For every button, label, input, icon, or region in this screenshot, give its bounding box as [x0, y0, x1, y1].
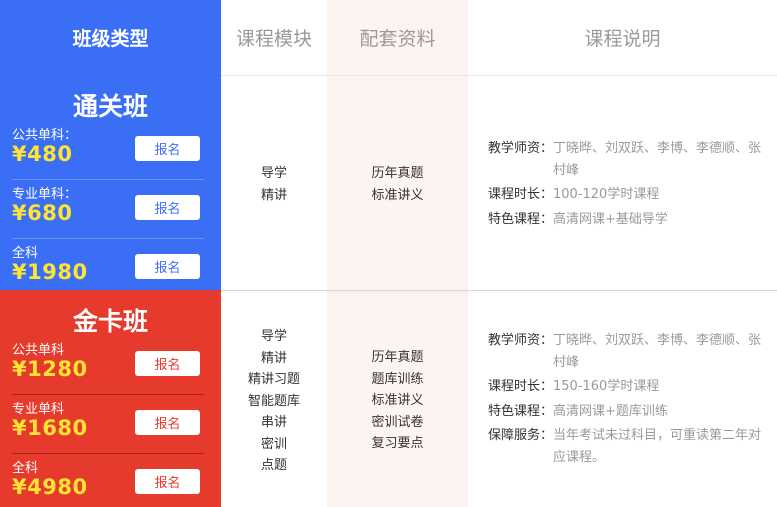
module-item: 智能题库	[247, 393, 300, 409]
module-item: 导学	[260, 329, 287, 344]
module-item: 密训	[260, 436, 287, 452]
module-item: 精讲	[260, 187, 287, 203]
material-item: 标准讲义	[371, 187, 424, 203]
description-value: 150-160学时课程	[553, 379, 660, 394]
price-row-label: 全科	[12, 246, 39, 261]
description-row-duration: 课程时长： 100-120学时课程	[488, 184, 773, 206]
description-label: 教学师资：	[488, 333, 554, 348]
course-description: 教学师资： 丁晓晔、刘双跃、李博、李德顺、张村峰 课程时长： 100-120学时…	[488, 138, 773, 233]
header-divider	[221, 75, 777, 76]
description-row-teachers: 教学师资： 丁晓晔、刘双跃、李博、李德顺、张村峰	[488, 330, 773, 373]
description-value: 高清网课+题库训练	[553, 403, 668, 419]
class-block-tongguan: 通关班 公共单科： ¥480 报名 专业单科： ¥680 报名 全科 ¥1980…	[0, 75, 221, 290]
material-item: 密训试卷	[371, 414, 424, 430]
course-modules-list: 导学 精讲 精讲习题 智能题库 串讲 密训 点题	[221, 326, 327, 477]
module-item: 精讲	[260, 350, 287, 366]
module-item: 串讲	[260, 415, 287, 430]
price-row-label: 公共单科：	[12, 128, 78, 143]
signup-button[interactable]: 报名	[135, 254, 200, 279]
description-label: 课程时长：	[488, 187, 554, 202]
price-row-public-single: 公共单科： ¥480 报名	[12, 122, 204, 180]
signup-button[interactable]: 报名	[135, 469, 200, 494]
description-value: 当年考试未过科目，可重读第二年对应课程。	[553, 428, 762, 465]
price-row-label: 专业单科：	[12, 187, 78, 202]
material-item: 标准讲义	[371, 393, 424, 408]
course-modules-list: 导学 精讲	[221, 163, 327, 206]
description-row-teachers: 教学师资： 丁晓晔、刘双跃、李博、李德顺、张村峰	[488, 138, 773, 181]
description-row-duration: 课程时长： 150-160学时课程	[488, 376, 773, 398]
price-row-label: 全科	[12, 461, 39, 476]
description-value: 丁晓晔、刘双跃、李博、李德顺、张村峰	[553, 141, 762, 178]
description-label: 课程时长：	[488, 379, 554, 394]
price-value: ¥680	[12, 201, 73, 225]
header-materials: 配套资料	[359, 28, 436, 50]
course-pricing-table: 班级类型 课程模块 配套资料 课程说明 通关班 公共单科： ¥480 报名 专业…	[0, 0, 777, 507]
price-value: ¥1680	[12, 416, 88, 440]
class-title: 通关班	[72, 92, 148, 121]
signup-button[interactable]: 报名	[135, 136, 200, 161]
material-item: 历年真题	[371, 350, 424, 365]
price-row-label: 公共单科	[12, 343, 65, 358]
module-item: 导学	[260, 166, 287, 181]
price-row-all-subjects: 全科 ¥4980 报名	[12, 455, 204, 507]
class-block-jinka: 金卡班 公共单科 ¥1280 报名 专业单科 ¥1680 报名 全科 ¥4980…	[0, 290, 221, 507]
module-item: 精讲习题	[247, 372, 300, 387]
description-row-features: 特色课程： 高清网课+题库训练	[488, 401, 773, 423]
description-value: 丁晓晔、刘双跃、李博、李德顺、张村峰	[553, 333, 762, 370]
section-divider	[221, 290, 777, 291]
description-label: 保障服务：	[488, 428, 554, 443]
price-value: ¥4980	[12, 475, 88, 499]
description-row-features: 特色课程： 高清网课+基础导学	[488, 209, 773, 231]
signup-button[interactable]: 报名	[135, 195, 200, 220]
header-course-modules: 课程模块	[235, 28, 312, 50]
price-value: ¥480	[12, 142, 73, 166]
material-item: 复习要点	[371, 436, 424, 451]
materials-list: 历年真题 题库训练 标准讲义 密训试卷 复习要点	[327, 347, 468, 455]
description-value: 高清网课+基础导学	[553, 211, 668, 227]
description-label: 教学师资：	[488, 141, 554, 156]
description-label: 特色课程：	[488, 211, 554, 227]
price-row-label: 专业单科	[12, 402, 65, 417]
price-value: ¥1980	[12, 260, 88, 284]
signup-button[interactable]: 报名	[135, 410, 200, 435]
price-row-public-single: 公共单科 ¥1280 报名	[12, 337, 204, 395]
signup-button[interactable]: 报名	[135, 351, 200, 376]
material-item: 题库训练	[371, 371, 424, 387]
price-row-major-single: 专业单科 ¥1680 报名	[12, 396, 204, 454]
description-value: 100-120学时课程	[553, 187, 660, 202]
price-row-major-single: 专业单科： ¥680 报名	[12, 181, 204, 239]
price-value: ¥1280	[12, 357, 88, 381]
course-description: 教学师资： 丁晓晔、刘双跃、李博、李德顺、张村峰 课程时长： 150-160学时…	[488, 330, 773, 471]
material-item: 历年真题	[371, 166, 424, 181]
header-class-type: 班级类型	[0, 0, 221, 75]
description-row-guarantee: 保障服务： 当年考试未过科目，可重读第二年对应课程。	[488, 425, 773, 468]
materials-list: 历年真题 标准讲义	[327, 163, 468, 206]
module-item: 点题	[260, 458, 287, 473]
description-label: 特色课程：	[488, 403, 554, 419]
class-title: 金卡班	[72, 307, 148, 336]
header-course-description: 课程说明	[584, 28, 661, 50]
